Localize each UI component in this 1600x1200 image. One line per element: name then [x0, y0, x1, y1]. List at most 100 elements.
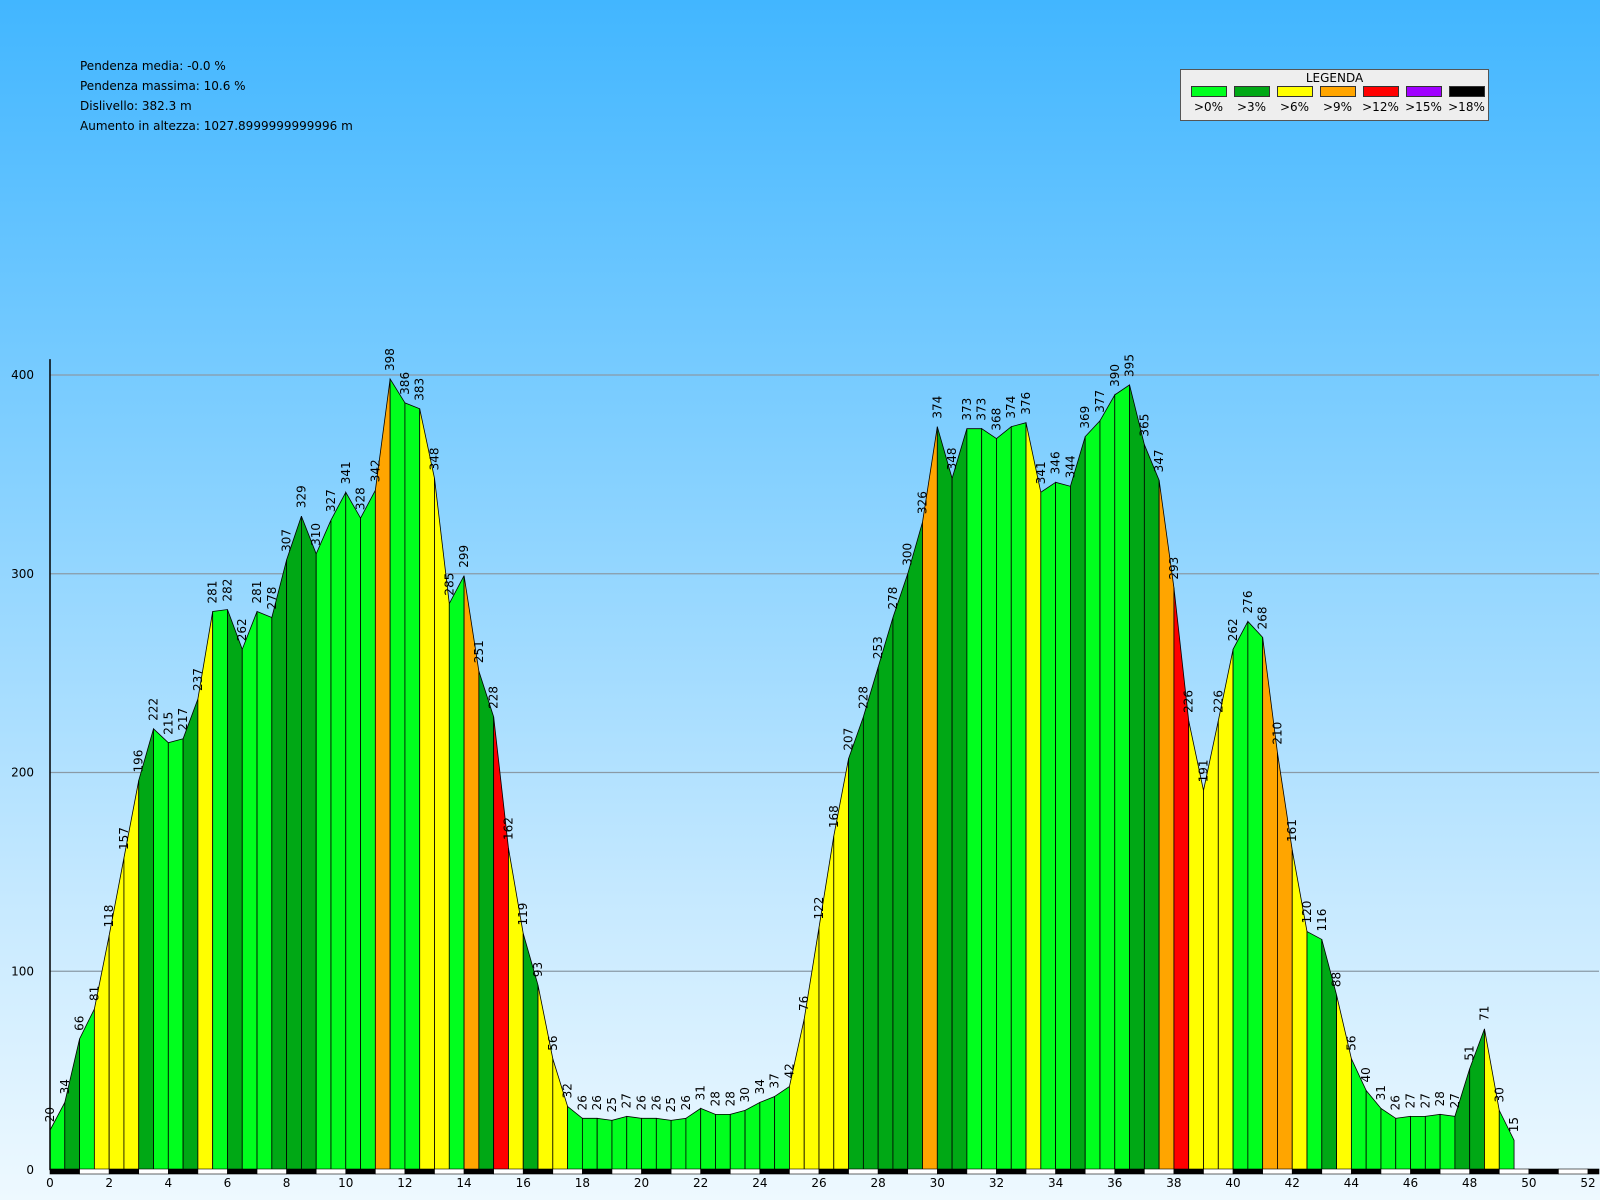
- legend-label: >3%: [1236, 100, 1267, 114]
- profile-segment: [508, 847, 524, 1171]
- profile-segment: [1099, 393, 1116, 1171]
- profile-segment: [360, 490, 376, 1171]
- distance-bar-block: [907, 1168, 938, 1175]
- distance-bar-block: [729, 1168, 761, 1175]
- profile-segment: [182, 698, 199, 1171]
- profile-segment: [1439, 1113, 1456, 1171]
- profile-segment: [818, 836, 835, 1171]
- profile-segment: [981, 427, 997, 1171]
- elevation-label: 81: [87, 986, 101, 1001]
- distance-bar-block: [1558, 1168, 1589, 1175]
- x-tick-label: 32: [989, 1176, 1004, 1190]
- elevation-label: 207: [842, 728, 856, 751]
- x-tick-label: 52: [1580, 1176, 1595, 1190]
- average-grade-text: Pendenza media: -0.0 %: [80, 59, 226, 73]
- elevation-label: 210: [1270, 722, 1284, 745]
- distance-bar-block: [1173, 1168, 1204, 1175]
- profile-segment: [345, 490, 361, 1171]
- elevation-label: 341: [1034, 461, 1048, 484]
- legend-title: LEGENDA: [1305, 71, 1364, 85]
- profile-segment: [774, 1085, 790, 1171]
- distance-bar-block: [138, 1168, 169, 1175]
- elevation-label: 365: [1137, 414, 1151, 437]
- distance-bar-block: [1232, 1168, 1263, 1175]
- distance-bar-block: [966, 1168, 997, 1175]
- elevation-label: 157: [117, 827, 131, 850]
- elevation-label: 26: [1389, 1095, 1403, 1110]
- profile-segment: [848, 716, 864, 1171]
- elevation-label: 347: [1152, 449, 1166, 472]
- elevation-label: 285: [442, 573, 456, 596]
- elevation-label: 373: [975, 398, 989, 421]
- profile-segment: [1277, 752, 1293, 1171]
- elevation-label: 326: [916, 491, 930, 514]
- profile-segment: [79, 1008, 95, 1171]
- elevation-label: 30: [738, 1087, 752, 1102]
- elevation-label: 373: [960, 398, 974, 421]
- elevation-label: 374: [930, 396, 944, 419]
- y-tick-label: 100: [11, 964, 34, 978]
- elevation-profile-chart: 0 100 200 300 400 0 2 4 6 8 10 12 14 16 18 20 22 24 26 28 30…: [0, 0, 1600, 1200]
- profile-segment: [389, 377, 406, 1171]
- distance-bar-block: [759, 1168, 790, 1175]
- elevation-label: 118: [102, 905, 116, 928]
- elevation-label: 122: [812, 897, 826, 920]
- profile-segment: [1070, 436, 1086, 1171]
- profile-segment: [1129, 384, 1145, 1171]
- profile-segment: [1158, 480, 1175, 1171]
- x-tick-label: 16: [516, 1176, 531, 1190]
- profile-segment: [655, 1117, 672, 1171]
- profile-segment: [404, 402, 421, 1171]
- profile-segment: [685, 1107, 702, 1171]
- elevation-label: 348: [428, 447, 442, 470]
- profile-segment: [567, 1105, 583, 1171]
- elevation-label: 278: [886, 587, 900, 610]
- profile-segment: [789, 1018, 805, 1171]
- profile-segment: [862, 667, 879, 1171]
- profile-segment: [463, 575, 480, 1171]
- elevation-label: 28: [708, 1091, 722, 1106]
- x-tick-label: 8: [283, 1176, 291, 1190]
- elevation-label: 226: [1182, 690, 1196, 713]
- distance-bar-block: [79, 1168, 110, 1175]
- distance-bar-block: [552, 1168, 583, 1175]
- elevation-label: 27: [1404, 1093, 1418, 1108]
- profile-segment: [1380, 1107, 1397, 1171]
- distance-bar-block: [493, 1168, 524, 1175]
- x-tick-label: 0: [46, 1176, 54, 1190]
- x-tick-label: 2: [105, 1176, 113, 1190]
- distance-bar-block: [49, 1168, 80, 1175]
- elevation-label: 34: [58, 1079, 72, 1094]
- elevation-label: 282: [220, 579, 234, 602]
- elevation-label: 253: [871, 636, 885, 659]
- profile-segment: [892, 573, 909, 1171]
- profile-segment: [1262, 637, 1278, 1171]
- elevation-label: 262: [235, 618, 249, 641]
- profile-segment: [759, 1095, 776, 1171]
- legend-item: >3%: [1230, 86, 1273, 114]
- elevation-label: 293: [1167, 557, 1181, 580]
- elevation-label: 276: [1241, 591, 1255, 614]
- profile-segment: [581, 1117, 598, 1171]
- profile-segment: [256, 610, 273, 1171]
- distance-bar-block: [996, 1168, 1027, 1175]
- x-tick-label: 26: [811, 1176, 826, 1190]
- distance-bar-block: [168, 1168, 199, 1175]
- distance-bar-block: [1528, 1168, 1559, 1175]
- distance-bar-block: [1291, 1168, 1323, 1175]
- profile-segment: [1143, 444, 1160, 1171]
- y-tick-label: 200: [11, 766, 34, 780]
- elevation-label: 268: [1256, 606, 1270, 629]
- elevation-difference-text: Dislivello: 382.3 m: [80, 99, 192, 113]
- profile-segment: [744, 1101, 761, 1171]
- profile-segment: [1454, 1068, 1471, 1171]
- profile-segment: [1306, 930, 1323, 1171]
- elevation-label: 327: [324, 489, 338, 512]
- profile-segment: [922, 426, 938, 1171]
- elevation-label: 116: [1315, 909, 1329, 932]
- elevation-label: 398: [383, 348, 397, 371]
- elevation-label: 376: [1019, 392, 1033, 415]
- elevation-label: 28: [1433, 1091, 1447, 1106]
- elevation-label: 162: [501, 817, 515, 840]
- x-tick-label: 38: [1166, 1176, 1181, 1190]
